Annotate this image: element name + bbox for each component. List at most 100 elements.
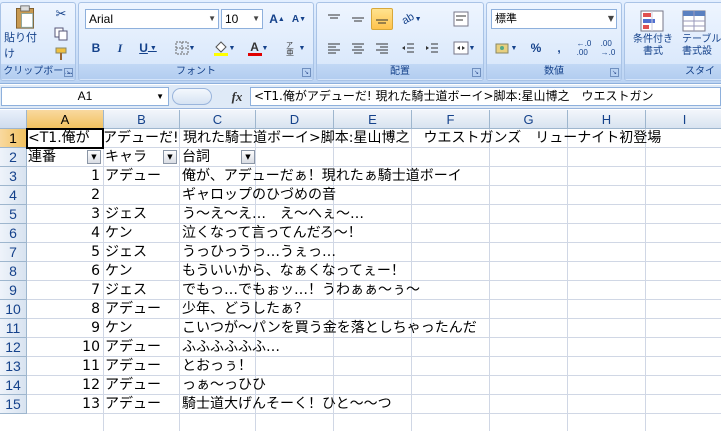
row-header-12[interactable]: 12: [0, 338, 27, 357]
align-center-button[interactable]: [347, 37, 369, 59]
cell-line[interactable]: でもっ…でもぉッ…！うわぁぁ～ぅ～: [182, 281, 420, 300]
cell-chara[interactable]: ケン: [105, 319, 177, 338]
column-header-b[interactable]: B: [104, 110, 180, 129]
cell-number[interactable]: 10: [28, 338, 100, 357]
cell-chara[interactable]: アデュー: [105, 338, 177, 357]
cut-button[interactable]: ✂: [51, 5, 71, 23]
grow-font-button[interactable]: A ▲: [267, 8, 287, 30]
row-header-8[interactable]: 8: [0, 262, 27, 281]
row-header-13[interactable]: 13: [0, 357, 27, 376]
increase-decimal-button[interactable]: ←.0.00: [573, 37, 595, 59]
cell-number[interactable]: 3: [28, 205, 100, 224]
font-color-button[interactable]: A ▼: [243, 37, 273, 59]
select-all-corner[interactable]: [0, 110, 27, 129]
column-header-i[interactable]: I: [646, 110, 721, 129]
cell-number[interactable]: 4: [28, 224, 100, 243]
insert-function-button[interactable]: fx: [226, 87, 248, 106]
row-header-14[interactable]: 14: [0, 376, 27, 395]
row-header-4[interactable]: 4: [0, 186, 27, 205]
cell-line[interactable]: ギャロップのひづめの音: [182, 186, 336, 205]
border-button[interactable]: ▼: [169, 37, 201, 59]
formula-divider-handle[interactable]: [172, 88, 212, 105]
align-top-button[interactable]: [323, 8, 345, 30]
cell-chara[interactable]: アデュー: [105, 167, 177, 186]
name-box[interactable]: A1 ▼: [1, 87, 169, 106]
alignment-launcher[interactable]: ↘: [472, 68, 481, 77]
italic-button[interactable]: I: [109, 37, 131, 59]
copy-button[interactable]: [51, 25, 71, 43]
row-header-5[interactable]: 5: [0, 205, 27, 224]
column-header-c[interactable]: C: [180, 110, 256, 129]
row-header-10[interactable]: 10: [0, 300, 27, 319]
format-as-table-button[interactable]: テーブルと 書式設: [681, 5, 721, 63]
column-header-d[interactable]: D: [256, 110, 334, 129]
cell-chara[interactable]: ジェス: [105, 205, 177, 224]
currency-button[interactable]: ▼: [491, 37, 521, 59]
bold-button[interactable]: B: [85, 37, 107, 59]
phonetic-button[interactable]: ア亜 ▼: [279, 37, 309, 59]
cell-line[interactable]: 騎士道大げんそーく！ひと～～つ: [182, 395, 392, 414]
cell-line[interactable]: とおっぅ！: [182, 357, 252, 376]
row-header-15[interactable]: 15: [0, 395, 27, 414]
cell-number[interactable]: 9: [28, 319, 100, 338]
cell-line[interactable]: うっひっうっ…うぇっ…: [182, 243, 336, 262]
header-cell-2[interactable]: キャラ: [105, 148, 165, 167]
header-cell-1[interactable]: 連番: [28, 148, 88, 167]
column-header-e[interactable]: E: [334, 110, 412, 129]
column-header-f[interactable]: F: [412, 110, 490, 129]
row-header-7[interactable]: 7: [0, 243, 27, 262]
row-header-3[interactable]: 3: [0, 167, 27, 186]
format-painter-button[interactable]: [51, 45, 71, 63]
align-right-button[interactable]: [371, 37, 393, 59]
filter-dropdown-button[interactable]: ▼: [241, 150, 255, 164]
column-header-g[interactable]: G: [490, 110, 568, 129]
cell-chara[interactable]: [105, 186, 177, 205]
cell-line[interactable]: こいつが～パンを買う金を落としちゃったんだ: [182, 319, 477, 338]
cell-chara[interactable]: アデュー: [105, 376, 177, 395]
cell-line[interactable]: もういいから、なぁくなってぇー！: [182, 262, 405, 281]
fill-color-button[interactable]: ▼: [207, 37, 241, 59]
merge-center-button[interactable]: ▼: [449, 37, 479, 59]
increase-indent-button[interactable]: [421, 37, 443, 59]
cell-number[interactable]: 2: [28, 186, 100, 205]
align-middle-button[interactable]: [347, 8, 369, 30]
underline-button[interactable]: U ▼: [133, 37, 163, 59]
cell-chara[interactable]: アデュー: [105, 357, 177, 376]
cell-line[interactable]: 俺が、アデューだぁ！現れたぁ騎士道ボーイ: [182, 167, 462, 186]
decrease-decimal-button[interactable]: .00 →.0: [597, 37, 619, 59]
cell-number[interactable]: 11: [28, 357, 100, 376]
row-header-6[interactable]: 6: [0, 224, 27, 243]
cell-number[interactable]: 6: [28, 262, 100, 281]
cell-number[interactable]: 13: [28, 395, 100, 414]
row-header-1[interactable]: 1: [0, 129, 27, 148]
cell-line[interactable]: っぁ～っひひ: [182, 376, 266, 395]
font-size-select[interactable]: 10 ▼: [221, 9, 263, 29]
cell-chara[interactable]: ジェス: [105, 243, 177, 262]
cell-line[interactable]: ふふふふふふ…: [182, 338, 280, 357]
decrease-indent-button[interactable]: [397, 37, 419, 59]
comma-button[interactable]: ,: [549, 37, 569, 59]
filter-dropdown-button[interactable]: ▼: [87, 150, 101, 164]
shrink-font-button[interactable]: A ▼: [289, 8, 309, 30]
align-left-button[interactable]: [323, 37, 345, 59]
filter-dropdown-button[interactable]: ▼: [163, 150, 177, 164]
wrap-text-button[interactable]: [449, 8, 473, 30]
row-header-2[interactable]: 2: [0, 148, 27, 167]
cell-line[interactable]: 少年、どうしたぁ？: [182, 300, 308, 319]
font-launcher[interactable]: ↘: [302, 68, 311, 77]
cell-number[interactable]: 5: [28, 243, 100, 262]
cell-chara[interactable]: ケン: [105, 224, 177, 243]
cell-line[interactable]: 泣くなって言ってんだろ～！: [182, 224, 362, 243]
conditional-format-button[interactable]: 条件付き 書式: [627, 5, 679, 63]
column-header-h[interactable]: H: [568, 110, 646, 129]
cell-chara[interactable]: ジェス: [105, 281, 177, 300]
cell-number[interactable]: 1: [28, 167, 100, 186]
formula-input[interactable]: <T1.俺がアデューだ! 現れた騎士道ボーイ>脚本:星山博之 ウエストガン: [250, 87, 721, 106]
cell-chara[interactable]: ケン: [105, 262, 177, 281]
clipboard-launcher[interactable]: ↘: [64, 68, 73, 77]
cell-number[interactable]: 7: [28, 281, 100, 300]
orientation-button[interactable]: ab ▼: [397, 8, 427, 30]
paste-button[interactable]: 貼り付け: [3, 4, 47, 62]
number-format-select[interactable]: 標準 ▼: [491, 9, 617, 29]
row-header-11[interactable]: 11: [0, 319, 27, 338]
